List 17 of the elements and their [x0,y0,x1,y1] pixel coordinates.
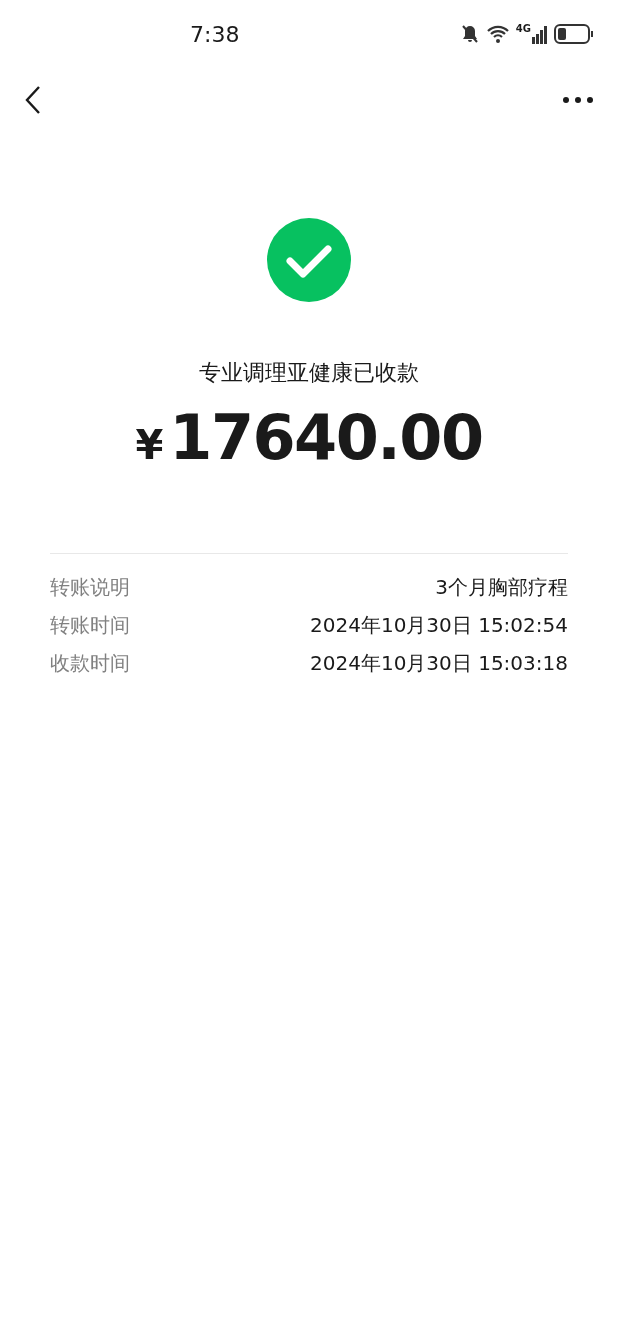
status-title: 专业调理亚健康已收款 [199,359,419,387]
detail-value: 2024年10月30日 15:02:54 [310,612,568,638]
wifi-icon [485,24,510,44]
status-time: 7:38 [190,20,240,49]
battery-icon [554,23,594,45]
success-check-icon [267,218,351,302]
currency-symbol: ¥ [135,421,164,470]
detail-label: 收款时间 [50,650,130,676]
detail-value: 2024年10月30日 15:03:18 [310,650,568,676]
more-icon [562,96,594,104]
detail-label: 转账说明 [50,574,130,600]
amount: 17640.00 [169,407,483,469]
network-type: 4G [515,24,531,34]
signal-icon [532,24,548,44]
detail-value: 3个月胸部疗程 [435,574,568,600]
bell-off-icon [459,24,480,44]
detail-label: 转账时间 [50,612,130,638]
